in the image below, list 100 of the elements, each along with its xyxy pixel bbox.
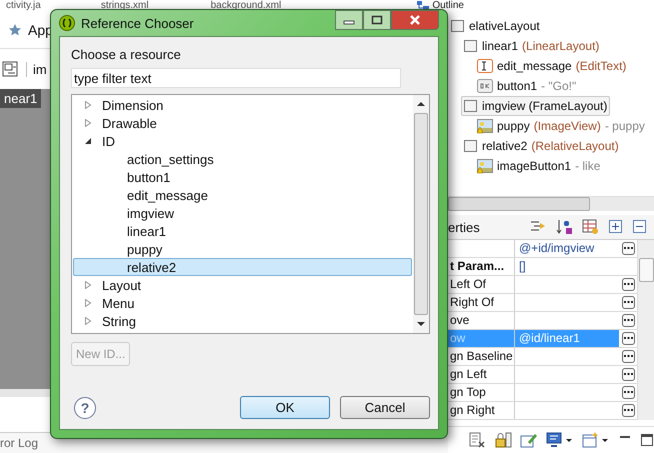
dialog-button[interactable]: Cancel bbox=[340, 396, 430, 419]
ok-button-icon bbox=[477, 79, 493, 93]
tree-item[interactable]: action_settings bbox=[73, 150, 412, 168]
horizontal-scrollbar[interactable] bbox=[448, 196, 654, 211]
collapsed-arrow-icon bbox=[84, 299, 92, 307]
editor-tab[interactable]: strings.xml bbox=[94, 0, 155, 11]
outline-item[interactable]: linear1 (LinearLayout) bbox=[461, 36, 602, 56]
app-logo-icon bbox=[59, 15, 75, 31]
layout-icon bbox=[464, 139, 478, 153]
minimize-button[interactable] bbox=[335, 10, 363, 30]
outline-item[interactable]: button1 - "Go!" bbox=[474, 76, 580, 96]
outline-item[interactable]: relative2 (RelativeLayout) bbox=[461, 136, 622, 156]
ellipsis-icon bbox=[624, 337, 632, 340]
tree-item[interactable]: String bbox=[73, 312, 412, 330]
help-button[interactable]: ? bbox=[74, 396, 96, 418]
dialog-title: Reference Chooser bbox=[81, 16, 194, 30]
new-window-dropdown-icon[interactable] bbox=[582, 432, 610, 448]
prompt-label: Choose a resource bbox=[71, 47, 182, 62]
property-value: [] bbox=[518, 258, 527, 275]
scrollbar-thumb[interactable] bbox=[448, 197, 590, 211]
scrollbar-thumb[interactable] bbox=[414, 113, 428, 315]
tree-item[interactable]: button1 bbox=[73, 168, 412, 186]
expanded-arrow-icon bbox=[84, 137, 92, 145]
document-close-icon[interactable] bbox=[468, 432, 486, 448]
editor-tab[interactable]: ctivity.ja bbox=[0, 0, 47, 11]
ellipsis-button[interactable] bbox=[622, 386, 634, 399]
outline-item[interactable]: edit_message (EditText) bbox=[474, 56, 630, 76]
tree-item[interactable]: Menu bbox=[73, 294, 412, 312]
ellipsis-button[interactable] bbox=[622, 350, 634, 363]
ellipsis-icon bbox=[624, 301, 632, 304]
tree-item[interactable]: Layout bbox=[73, 276, 412, 294]
ellipsis-icon bbox=[624, 247, 632, 250]
sort-icon[interactable] bbox=[556, 219, 574, 235]
maximize-icon bbox=[371, 15, 383, 25]
image-warning-icon bbox=[477, 118, 493, 134]
property-row[interactable]: gn Baseline bbox=[448, 348, 637, 366]
lock-icon[interactable] bbox=[494, 432, 512, 448]
canvas-label: near1 bbox=[0, 89, 42, 108]
scrollbar-thumb[interactable] bbox=[639, 258, 654, 282]
property-row[interactable]: gn Left bbox=[448, 366, 637, 384]
editor-tab[interactable]: background.xml bbox=[204, 0, 288, 11]
ellipsis-button[interactable] bbox=[622, 278, 634, 291]
property-row[interactable]: Right Of bbox=[448, 294, 637, 312]
collapse-icon[interactable] bbox=[632, 219, 648, 235]
table-icon[interactable] bbox=[582, 219, 600, 235]
ellipsis-button[interactable] bbox=[622, 314, 634, 327]
close-icon bbox=[409, 15, 421, 25]
ellipsis-button[interactable] bbox=[622, 368, 634, 381]
property-row[interactable]: Left Of bbox=[448, 276, 637, 294]
ellipsis-button[interactable] bbox=[622, 404, 634, 417]
tree-item[interactable]: puppy bbox=[73, 240, 412, 258]
scroll-up-icon[interactable] bbox=[417, 101, 425, 107]
monitor-dropdown-icon[interactable] bbox=[546, 432, 574, 448]
properties-title: erties bbox=[448, 220, 480, 234]
ellipsis-button[interactable] bbox=[622, 332, 634, 345]
maximize-icon[interactable] bbox=[640, 433, 654, 447]
ellipsis-icon bbox=[624, 319, 632, 322]
outline-item[interactable]: imgview (FrameLayout) bbox=[461, 96, 610, 116]
collapsed-arrow-icon bbox=[84, 281, 92, 289]
collapsed-arrow-icon bbox=[84, 317, 92, 325]
tree-item[interactable]: edit_message bbox=[73, 186, 412, 204]
layout-icon bbox=[451, 19, 465, 33]
property-name: ow bbox=[448, 330, 515, 347]
collapsed-arrow-icon bbox=[84, 119, 92, 127]
outline-item[interactable]: imageButton1 - like bbox=[474, 156, 604, 176]
tree-item[interactable]: ID bbox=[73, 132, 412, 150]
ellipsis-icon bbox=[624, 409, 632, 412]
close-button[interactable] bbox=[391, 10, 439, 30]
star-icon bbox=[8, 23, 22, 37]
ellipsis-icon bbox=[624, 373, 632, 376]
ellipsis-button[interactable] bbox=[622, 296, 634, 309]
toolbar-text: im bbox=[26, 62, 47, 76]
ellipsis-button[interactable] bbox=[622, 242, 634, 255]
tree-item[interactable]: Drawable bbox=[73, 114, 412, 132]
property-value: @id/linear1 bbox=[515, 330, 619, 347]
text-cursor-icon bbox=[477, 59, 493, 73]
scroll-down-icon[interactable] bbox=[417, 321, 425, 327]
collapsed-arrow-icon bbox=[84, 101, 92, 109]
property-row[interactable]: gn Right bbox=[448, 402, 637, 420]
tree-item[interactable]: Dimension bbox=[73, 96, 412, 114]
pencil-window-icon[interactable] bbox=[520, 432, 538, 448]
image-warning-icon bbox=[477, 158, 493, 174]
dialog-button[interactable]: OK bbox=[240, 396, 330, 419]
outline-item[interactable]: elativeLayout bbox=[448, 16, 543, 36]
property-row[interactable]: @+id/imgview bbox=[448, 240, 637, 258]
layout-icon bbox=[464, 99, 478, 113]
expand-icon[interactable] bbox=[608, 219, 624, 235]
tree-item[interactable]: relative2 bbox=[73, 258, 412, 276]
filter-field[interactable]: type filter text bbox=[71, 68, 401, 88]
outline-item[interactable]: puppy (ImageView) - puppy bbox=[474, 116, 648, 136]
ellipsis-icon bbox=[624, 391, 632, 394]
vertical-scrollbar[interactable] bbox=[413, 95, 429, 333]
ellipsis-icon bbox=[624, 355, 632, 358]
property-row[interactable]: gn Top bbox=[448, 384, 637, 402]
tree-item[interactable]: imgview bbox=[73, 204, 412, 222]
layout-icon[interactable] bbox=[2, 61, 18, 77]
vertical-scrollbar[interactable] bbox=[637, 240, 654, 420]
tree-item[interactable]: linear1 bbox=[73, 222, 412, 240]
maximize-button[interactable] bbox=[363, 10, 391, 30]
property-value: @+id/imgview bbox=[518, 240, 596, 257]
